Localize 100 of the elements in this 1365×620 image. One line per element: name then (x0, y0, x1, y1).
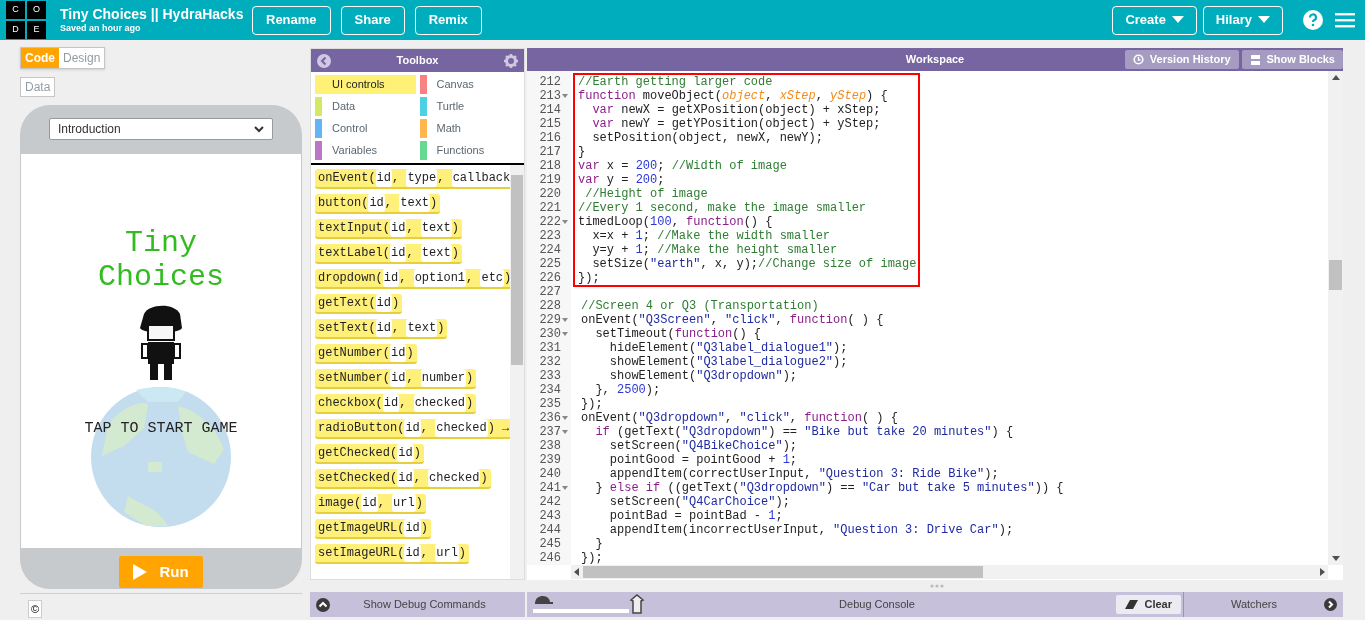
scroll-up-icon[interactable] (1331, 75, 1340, 80)
clear-button[interactable]: Clear (1116, 595, 1181, 614)
scrollbar[interactable] (1328, 71, 1343, 565)
category-item[interactable]: UI controls (315, 75, 416, 94)
code-block[interactable]: onEvent(id, type, callback (315, 169, 510, 189)
code-block[interactable]: getNumber(id) (315, 344, 417, 364)
category-item[interactable]: Control (315, 119, 416, 138)
fold-icon[interactable] (562, 332, 568, 336)
category-item[interactable]: Canvas (419, 75, 520, 94)
code-line[interactable]: } (575, 145, 918, 159)
code-line[interactable]: } (578, 537, 1328, 551)
menu-icon[interactable] (1335, 12, 1355, 28)
code-block[interactable]: setChecked(id, checked) (315, 469, 491, 489)
code-line[interactable]: onEvent("Q3dropdown", "click", function( ) { (578, 411, 1328, 425)
category-item[interactable]: Turtle (419, 97, 520, 116)
line-number: 228 (539, 299, 561, 313)
fold-icon[interactable] (562, 430, 568, 434)
code-block[interactable]: getChecked(id) (315, 444, 424, 464)
code-line[interactable]: var y = 200; (575, 173, 918, 187)
code-line[interactable]: appendItem(incorrectUserInput, "Question 3: Drive Car"); (578, 523, 1328, 537)
code-line[interactable]: pointBad = pointBad - 1; (578, 509, 1328, 523)
code-block[interactable]: button(id, text) (315, 194, 441, 214)
scrollbar[interactable] (510, 165, 524, 579)
line-number: 214 (539, 103, 561, 117)
scroll-right-icon[interactable] (1320, 568, 1325, 576)
screen-dropdown[interactable]: Introduction (49, 118, 273, 140)
code-line[interactable]: //Screen 4 or Q3 (Transportation) (578, 299, 1328, 313)
code-line[interactable]: var newX = getXPosition(object) + xStep; (575, 103, 918, 117)
category-item[interactable]: Variables (315, 141, 416, 160)
code-line[interactable]: setTimeout(function() { (578, 327, 1328, 341)
code-logo[interactable]: C O D E (6, 1, 46, 39)
code-line[interactable]: hideElement("Q3label_dialogue1"); (578, 341, 1328, 355)
code-block[interactable]: getText(id) (315, 294, 403, 314)
code-line[interactable]: setScreen("Q4CarChoice"); (578, 495, 1328, 509)
code-line[interactable]: if (getText("Q3dropdown") == "Bike but take 20 minutes") { (578, 425, 1328, 439)
code-block[interactable]: radioButton(id, checked) → (315, 419, 510, 439)
code-line[interactable]: } else if ((getText("Q3dropdown") == "Car but take 5 minutes")) { (578, 481, 1328, 495)
category-item[interactable]: Functions (419, 141, 520, 160)
fold-icon[interactable] (562, 318, 568, 322)
save-status: Saved an hour ago (60, 23, 142, 34)
clock-icon (1132, 54, 1144, 65)
line-number: 226 (539, 271, 561, 285)
code-line[interactable]: setScreen("Q4BikeChoice"); (578, 439, 1328, 453)
code-block[interactable]: setText(id, text) (315, 319, 448, 339)
code-line[interactable]: y=y + 1; //Make the height smaller (575, 243, 918, 257)
expand-icon[interactable] (316, 597, 330, 612)
code-block[interactable]: checkbox(id, checked) (315, 394, 477, 414)
code-block[interactable]: image(id, url) (315, 494, 426, 514)
code-line[interactable]: //Every 1 second, make the image smaller (575, 201, 918, 215)
code-block[interactable]: setImageURL(id, url) (315, 544, 470, 564)
workspace-title: Workspace (905, 52, 965, 68)
copyright-button[interactable]: © (28, 600, 43, 618)
code-line[interactable]: }); (578, 397, 1328, 411)
code-block[interactable]: dropdown(id, option1, etc) (315, 269, 510, 289)
code-line[interactable]: var x = 200; //Width of image (575, 159, 918, 173)
fold-icon[interactable] (562, 416, 568, 420)
line-number: 243 (539, 509, 561, 523)
code-line[interactable]: appendItem(correctUserInput, "Question 3: Ride Bike"); (578, 467, 1328, 481)
code-line[interactable]: showElement("Q3dropdown"); (578, 369, 1328, 383)
code-line[interactable]: function moveObject(object, xStep, yStep) { (575, 89, 918, 103)
scroll-down-icon[interactable] (1331, 556, 1340, 561)
slider-thumb[interactable] (629, 594, 645, 614)
code-line[interactable]: var newY = getYPosition(object) + yStep; (575, 117, 918, 131)
code-line[interactable]: }); (575, 271, 918, 285)
code-line[interactable]: }); (578, 551, 1328, 565)
code-block[interactable]: getImageURL(id) (315, 519, 432, 539)
category-item[interactable]: Data (315, 97, 416, 116)
scrollbar[interactable] (571, 565, 1328, 579)
category-label: Canvas (436, 77, 474, 93)
code-line[interactable]: setPosition(object, newX, newY); (575, 131, 918, 145)
category-label: UI controls (332, 77, 385, 93)
scroll-left-icon[interactable] (574, 568, 579, 576)
debug-commands-bar[interactable]: Show Debug Commands (310, 592, 525, 617)
code-block[interactable]: setNumber(id, number) (315, 369, 477, 389)
collapse-icon[interactable] (1324, 598, 1337, 611)
code-block[interactable]: textLabel(id, text) (315, 244, 462, 264)
resize-handle-icon[interactable] (929, 584, 944, 588)
code-line[interactable]: onEvent("Q3Screen", "click", function( ) { (578, 313, 1328, 327)
scrollbar-thumb[interactable] (511, 175, 523, 365)
code-line[interactable]: showElement("Q3label_dialogue2"); (578, 355, 1328, 369)
settings-icon[interactable] (504, 53, 518, 68)
category-label: Control (332, 121, 368, 137)
code-line[interactable]: //Earth getting larger code (575, 75, 918, 89)
fold-icon[interactable] (562, 94, 568, 98)
line-number: 218 (539, 159, 561, 173)
code-block[interactable]: textInput(id, text) (315, 219, 462, 239)
scrollbar-thumb[interactable] (1329, 260, 1342, 290)
code-line[interactable]: x=x + 1; //Make the width smaller (575, 229, 918, 243)
help-icon[interactable] (1303, 10, 1323, 30)
code-line[interactable]: timedLoop(100, function() { (575, 215, 918, 229)
fold-icon[interactable] (562, 486, 568, 490)
scrollbar-thumb[interactable] (583, 566, 983, 578)
category-item[interactable]: Math (419, 119, 520, 138)
fold-icon[interactable] (562, 220, 568, 224)
line-number: 242 (539, 495, 561, 509)
code-line[interactable]: }, 2500); (578, 383, 1328, 397)
back-icon[interactable] (317, 53, 331, 68)
code-line[interactable]: //Height of image (575, 187, 918, 201)
code-line[interactable]: setSize("earth", x, y);//Change size of image (575, 257, 918, 271)
code-line[interactable]: pointGood = pointGood + 1; (578, 453, 1328, 467)
